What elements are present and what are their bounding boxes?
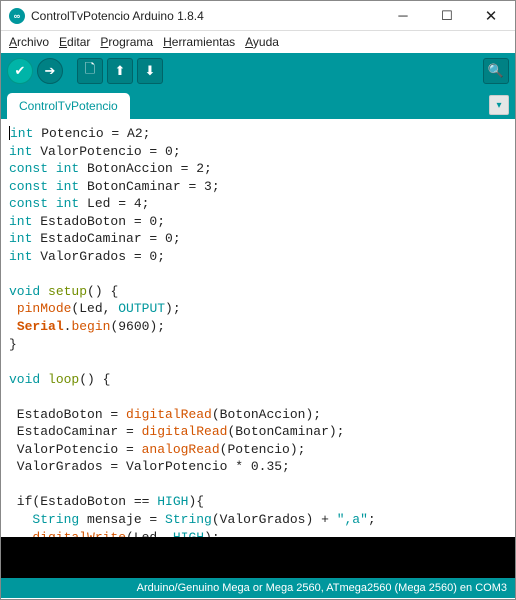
new-button[interactable]: 🗋: [77, 58, 103, 84]
menu-programa[interactable]: Programa: [100, 35, 153, 49]
tab-sketch[interactable]: ControlTvPotencio: [7, 93, 130, 119]
window-titlebar: ∞ ControlTvPotencio Arduino 1.8.4 ─ ☐ ✕: [1, 1, 515, 31]
open-button[interactable]: ⬆: [107, 58, 133, 84]
close-button[interactable]: ✕: [469, 2, 513, 30]
minimize-button[interactable]: ─: [381, 2, 425, 30]
toolbar: ✔ ➔ 🗋 ⬆ ⬇ 🔍: [1, 53, 515, 89]
status-board-info: Arduino/Genuino Mega or Mega 2560, ATmeg…: [137, 582, 507, 594]
tab-menu-button[interactable]: ▾: [489, 95, 509, 115]
arduino-app-icon: ∞: [9, 8, 25, 24]
serial-monitor-button[interactable]: 🔍: [483, 58, 509, 84]
upload-button[interactable]: ➔: [37, 58, 63, 84]
window-title: ControlTvPotencio Arduino 1.8.4: [31, 9, 381, 23]
save-button[interactable]: ⬇: [137, 58, 163, 84]
status-bar: Arduino/Genuino Mega or Mega 2560, ATmeg…: [1, 578, 515, 598]
menu-bar: Archivo Editar Programa Herramientas Ayu…: [1, 31, 515, 53]
tab-row: ControlTvPotencio ▾: [1, 89, 515, 119]
menu-editar[interactable]: Editar: [59, 35, 90, 49]
maximize-button[interactable]: ☐: [425, 2, 469, 30]
menu-ayuda[interactable]: Ayuda: [245, 35, 279, 49]
code-editor[interactable]: int Potencio = A2; int ValorPotencio = 0…: [1, 119, 515, 537]
menu-archivo[interactable]: Archivo: [9, 35, 49, 49]
verify-button[interactable]: ✔: [7, 58, 33, 84]
menu-herramientas[interactable]: Herramientas: [163, 35, 235, 49]
console-output: [1, 537, 515, 578]
